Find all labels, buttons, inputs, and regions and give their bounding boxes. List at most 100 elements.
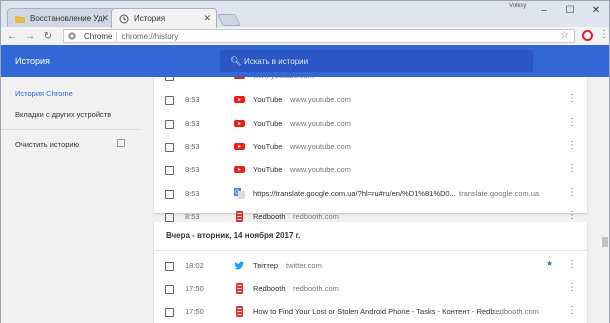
- sidebar-item-clear-history[interactable]: Очистить историю: [15, 140, 79, 149]
- history-header: История 🔍︎ Искать в истории: [0, 45, 610, 77]
- redbooth-icon: [236, 283, 243, 294]
- row-domain: redbooth.com: [293, 284, 339, 293]
- row-title[interactable]: YouTube: [253, 142, 282, 151]
- back-icon[interactable]: ←: [5, 29, 19, 43]
- page-title: История: [15, 56, 50, 66]
- row-domain: www.youtube.com: [290, 119, 351, 128]
- folder-star-icon: [15, 16, 25, 23]
- history-content: История Chrome Вкладки с других устройст…: [0, 77, 610, 323]
- sidebar-divider: [1, 129, 141, 130]
- row-checkbox[interactable]: [165, 285, 174, 294]
- row-title[interactable]: YouTube: [253, 119, 282, 128]
- close-window-icon[interactable]: ✕: [583, 1, 609, 19]
- external-link-icon: [117, 139, 125, 147]
- search-input[interactable]: 🔍︎ Искать в истории: [220, 50, 533, 72]
- row-domain: redbooth.com: [293, 212, 339, 221]
- more-icon[interactable]: ⋮: [567, 117, 577, 128]
- site-chip: Chrome: [84, 31, 118, 41]
- row-checkbox[interactable]: [165, 96, 174, 105]
- sidebar-item-chrome-history[interactable]: История Chrome: [15, 89, 73, 98]
- row-checkbox[interactable]: [165, 190, 174, 199]
- row-title[interactable]: Твіттер: [253, 261, 278, 270]
- row-domain: www.youtube.com: [290, 142, 351, 151]
- history-row[interactable]: 18:02 Твіттер twitter.com ★ ⋮: [154, 255, 587, 278]
- menu-icon[interactable]: ⋮: [599, 29, 609, 40]
- row-time: 18:02: [185, 261, 204, 270]
- svg-text:G: G: [235, 190, 240, 196]
- row-domain: redbooth.com: [493, 307, 539, 316]
- history-card-today: www.youtube.com 8:53 YouTube www.youtube…: [154, 77, 587, 222]
- more-icon[interactable]: ⋮: [567, 93, 577, 104]
- youtube-icon: [234, 77, 245, 79]
- history-row[interactable]: 17:50 Redbooth redbooth.com ⋮: [154, 278, 587, 301]
- more-icon[interactable]: ⋮: [567, 259, 577, 270]
- row-domain: twitter.com: [286, 261, 322, 270]
- youtube-icon: [234, 143, 245, 150]
- row-checkbox[interactable]: [165, 308, 174, 317]
- close-icon[interactable]: ✕: [203, 13, 211, 24]
- opera-extension-icon[interactable]: [582, 30, 593, 41]
- row-time: 8:53: [185, 189, 200, 198]
- row-title[interactable]: Redbooth: [253, 212, 286, 221]
- row-title[interactable]: https://translate.google.com.ua/?hl=ru#r…: [253, 189, 456, 198]
- starred-icon[interactable]: ★: [546, 259, 553, 268]
- date-heading: Вчера - вторник, 14 ноября 2017 г.: [166, 231, 301, 240]
- row-domain: translate.google.com.ua: [459, 189, 540, 198]
- row-title[interactable]: YouTube: [253, 165, 282, 174]
- row-domain: www.youtube.com: [290, 165, 351, 174]
- more-icon[interactable]: ⋮: [567, 305, 577, 316]
- row-time: 8:53: [185, 165, 200, 174]
- forward-icon[interactable]: →: [23, 29, 37, 43]
- row-time: 8:53: [185, 142, 200, 151]
- more-icon[interactable]: ⋮: [567, 163, 577, 174]
- redbooth-icon: [236, 211, 243, 222]
- new-tab-button[interactable]: [217, 14, 241, 26]
- minimize-icon[interactable]: –: [531, 1, 557, 19]
- browser-toolbar: ← → ↻ Chrome chrome://history ☆ ⋮: [0, 27, 610, 45]
- history-row[interactable]: 8:53 YouTube www.youtube.com ⋮: [154, 113, 587, 136]
- history-row[interactable]: www.youtube.com: [154, 77, 587, 88]
- address-bar[interactable]: Chrome chrome://history ☆: [63, 29, 575, 43]
- search-icon: 🔍︎: [230, 55, 242, 66]
- row-checkbox[interactable]: [165, 262, 174, 271]
- row-checkbox[interactable]: [165, 166, 174, 175]
- history-card-yesterday: Вчера - вторник, 14 ноября 2017 г. 18:02…: [154, 222, 587, 323]
- row-checkbox[interactable]: [165, 143, 174, 152]
- row-title[interactable]: YouTube: [253, 95, 282, 104]
- history-row[interactable]: 8:53 YouTube www.youtube.com ⋮: [154, 159, 587, 182]
- search-placeholder: Искать в истории: [244, 56, 309, 66]
- row-time: 17:50: [185, 284, 204, 293]
- row-time: 8:53: [185, 212, 200, 221]
- row-checkbox[interactable]: [165, 77, 174, 81]
- redbooth-icon: [236, 306, 243, 317]
- row-checkbox[interactable]: [165, 120, 174, 129]
- tab-recovery[interactable]: Восстановление Удале ✕: [7, 8, 115, 28]
- history-row[interactable]: 8:53 G https://translate.google.com.ua/?…: [154, 183, 587, 206]
- more-icon[interactable]: ⋮: [567, 140, 577, 151]
- bookmark-star-icon[interactable]: ☆: [560, 30, 569, 41]
- sidebar-item-other-devices[interactable]: Вкладки с других устройств: [15, 110, 111, 119]
- row-title[interactable]: How to Find Your Lost or Stolen Android …: [253, 307, 501, 316]
- url-text[interactable]: chrome://history: [121, 32, 178, 41]
- row-time: 17:50: [185, 307, 204, 316]
- history-row[interactable]: 8:53 YouTube www.youtube.com ⋮: [154, 89, 587, 112]
- row-domain: www.youtube.com: [253, 77, 314, 80]
- youtube-icon: [234, 96, 245, 103]
- maximize-icon[interactable]: ☐: [557, 1, 583, 19]
- scrollbar-thumb[interactable]: [602, 237, 608, 247]
- more-icon[interactable]: ⋮: [567, 187, 577, 198]
- more-icon[interactable]: ⋮: [567, 282, 577, 293]
- close-icon[interactable]: ✕: [101, 13, 109, 24]
- history-row[interactable]: 17:50 How to Find Your Lost or Stolen An…: [154, 301, 587, 323]
- translate-icon: G: [234, 188, 245, 199]
- row-title[interactable]: Redbooth: [253, 284, 286, 293]
- profile-name[interactable]: Volksy: [509, 3, 526, 9]
- reload-icon[interactable]: ↻: [41, 29, 55, 43]
- tab-history[interactable]: История ✕: [111, 8, 217, 28]
- chrome-icon: [68, 32, 76, 40]
- row-checkbox[interactable]: [165, 213, 174, 222]
- row-time: 8:53: [185, 95, 200, 104]
- history-row[interactable]: 8:53 YouTube www.youtube.com ⋮: [154, 136, 587, 159]
- youtube-icon: [234, 166, 245, 173]
- more-icon[interactable]: ⋮: [567, 210, 577, 221]
